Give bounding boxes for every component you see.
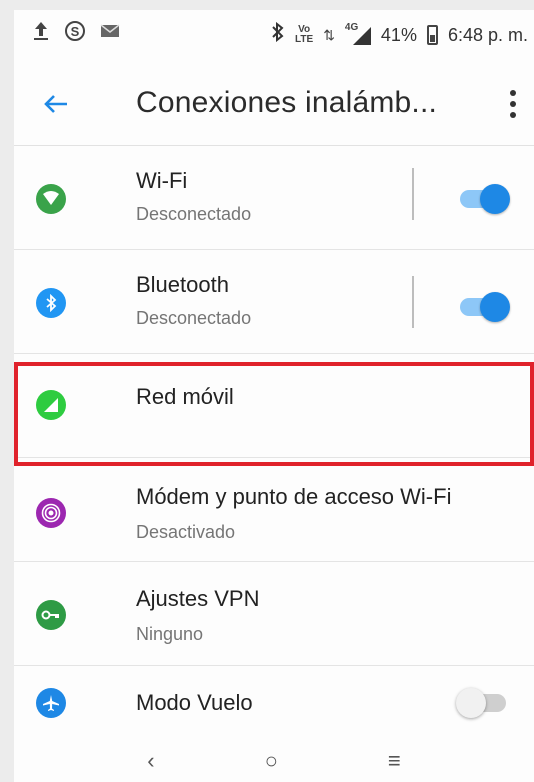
wifi-toggle[interactable] <box>460 184 510 214</box>
bluetooth-toggle[interactable] <box>460 292 510 322</box>
volte-bottom-label: LTE <box>295 34 314 45</box>
upload-icon <box>32 20 50 48</box>
battery-icon <box>426 25 438 45</box>
vpn-key-icon <box>36 600 66 630</box>
wifi-status: Desconectado <box>136 204 252 224</box>
skype-icon: S <box>64 20 86 48</box>
status-bar: S Vo LTE ⇅ 4G 41% 6:48 p. m. <box>14 10 534 62</box>
nav-recents-button[interactable]: ≡ <box>388 748 401 774</box>
phone-frame: S Vo LTE ⇅ 4G 41% 6:48 p. m. Conexiones … <box>0 0 534 782</box>
signal-icon <box>352 27 371 45</box>
nav-bar: ‹ ○ ≡ <box>14 740 534 782</box>
more-options-button[interactable] <box>498 84 528 124</box>
app-bar: Conexiones inalámb... <box>14 62 534 146</box>
wifi-icon <box>36 184 66 214</box>
svg-text:S: S <box>71 24 80 39</box>
bluetooth-label: Bluetooth <box>136 272 229 297</box>
divider <box>412 276 414 328</box>
message-icon <box>100 22 122 46</box>
list-item-bluetooth[interactable]: Bluetooth Desconectado <box>14 250 534 354</box>
nav-back-button[interactable]: ‹ <box>147 748 154 774</box>
more-vert-icon <box>510 90 516 96</box>
bluetooth-icon <box>36 288 66 318</box>
back-button[interactable] <box>36 84 76 124</box>
screen: S Vo LTE ⇅ 4G 41% 6:48 p. m. Conexiones … <box>14 10 534 782</box>
signal-indicator: 4G <box>345 23 371 45</box>
volte-indicator: Vo LTE <box>295 25 313 45</box>
arrow-back-icon <box>44 95 67 113</box>
list-item-hotspot[interactable]: Módem y punto de acceso Wi-Fi Desactivad… <box>14 458 534 562</box>
vpn-status: Ninguno <box>136 624 204 644</box>
highlight-box <box>14 362 534 466</box>
airplane-icon <box>36 688 66 718</box>
data-arrows-icon: ⇅ <box>323 26 335 43</box>
list-item-wifi[interactable]: Wi-Fi Desconectado <box>14 146 534 250</box>
list-item-airplane-mode[interactable]: Modo Vuelo <box>14 666 534 732</box>
clock: 6:48 p. m. <box>447 24 528 45</box>
nav-home-button[interactable]: ○ <box>265 748 278 774</box>
divider <box>412 168 414 220</box>
vpn-label: Ajustes VPN <box>136 586 260 611</box>
airplane-mode-toggle[interactable] <box>456 688 506 718</box>
page-title: Conexiones inalámb... <box>136 86 438 119</box>
wifi-label: Wi-Fi <box>136 168 188 193</box>
airplane-mode-label: Modo Vuelo <box>136 690 253 715</box>
bluetooth-status: Desconectado <box>136 308 252 328</box>
bluetooth-status-icon <box>271 21 285 48</box>
battery-percent: 41% <box>380 24 417 45</box>
list-item-vpn[interactable]: Ajustes VPN Ninguno <box>14 562 534 666</box>
hotspot-status: Desactivado <box>136 522 236 542</box>
hotspot-icon <box>36 498 66 528</box>
hotspot-label: Módem y punto de acceso Wi-Fi <box>136 484 452 509</box>
